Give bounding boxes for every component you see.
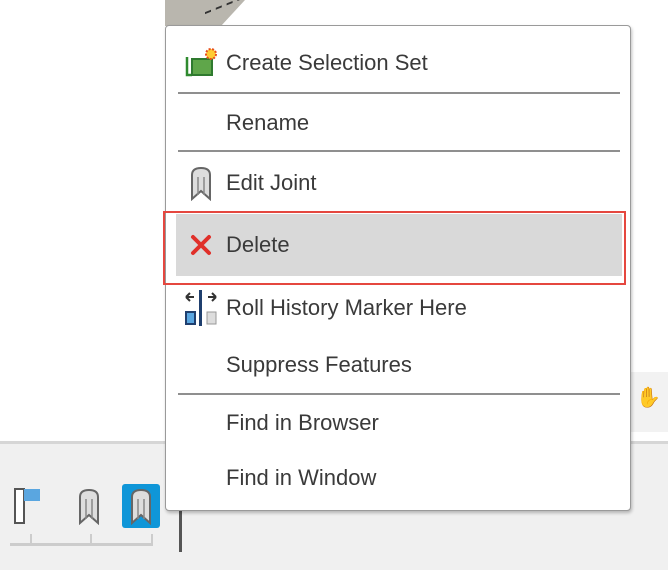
menu-item-label: Create Selection Set — [226, 50, 428, 75]
joint-icon — [176, 165, 226, 201]
menu-item-find-in-window[interactable]: Find in Window — [176, 458, 622, 498]
menu-separator — [178, 92, 620, 94]
create-selection-set-icon — [176, 47, 226, 79]
menu-item-create-selection-set[interactable]: Create Selection Set — [176, 43, 622, 83]
timeline-joint-icon[interactable] — [70, 484, 108, 528]
menu-item-label: Edit Joint — [226, 170, 317, 195]
menu-item-label: Find in Window — [226, 465, 377, 490]
menu-separator — [178, 393, 620, 395]
roll-history-marker-icon — [176, 290, 226, 326]
menu-item-suppress-features[interactable]: Suppress Features — [176, 345, 622, 385]
timeline-start-flag-icon[interactable] — [8, 484, 46, 528]
timeline-joint-selected[interactable] — [122, 484, 160, 528]
menu-item-edit-joint[interactable]: Edit Joint — [176, 163, 622, 203]
timeline-tick — [30, 534, 32, 544]
menu-item-label: Rename — [226, 110, 310, 135]
menu-item-label: Roll History Marker Here — [226, 295, 467, 320]
menu-item-rename[interactable]: Rename — [176, 103, 622, 143]
menu-item-label: Find in Browser — [226, 410, 379, 435]
timeline-tick — [90, 534, 92, 544]
menu-item-roll-history-marker[interactable]: Roll History Marker Here — [176, 288, 622, 328]
pan-hand-icon[interactable]: ✋ — [636, 385, 661, 410]
menu-separator — [178, 150, 620, 152]
menu-item-label: Suppress Features — [226, 352, 412, 377]
highlight-annotation-box — [163, 211, 626, 285]
menu-item-find-in-browser[interactable]: Find in Browser — [176, 403, 622, 443]
timeline-tick — [151, 534, 153, 544]
